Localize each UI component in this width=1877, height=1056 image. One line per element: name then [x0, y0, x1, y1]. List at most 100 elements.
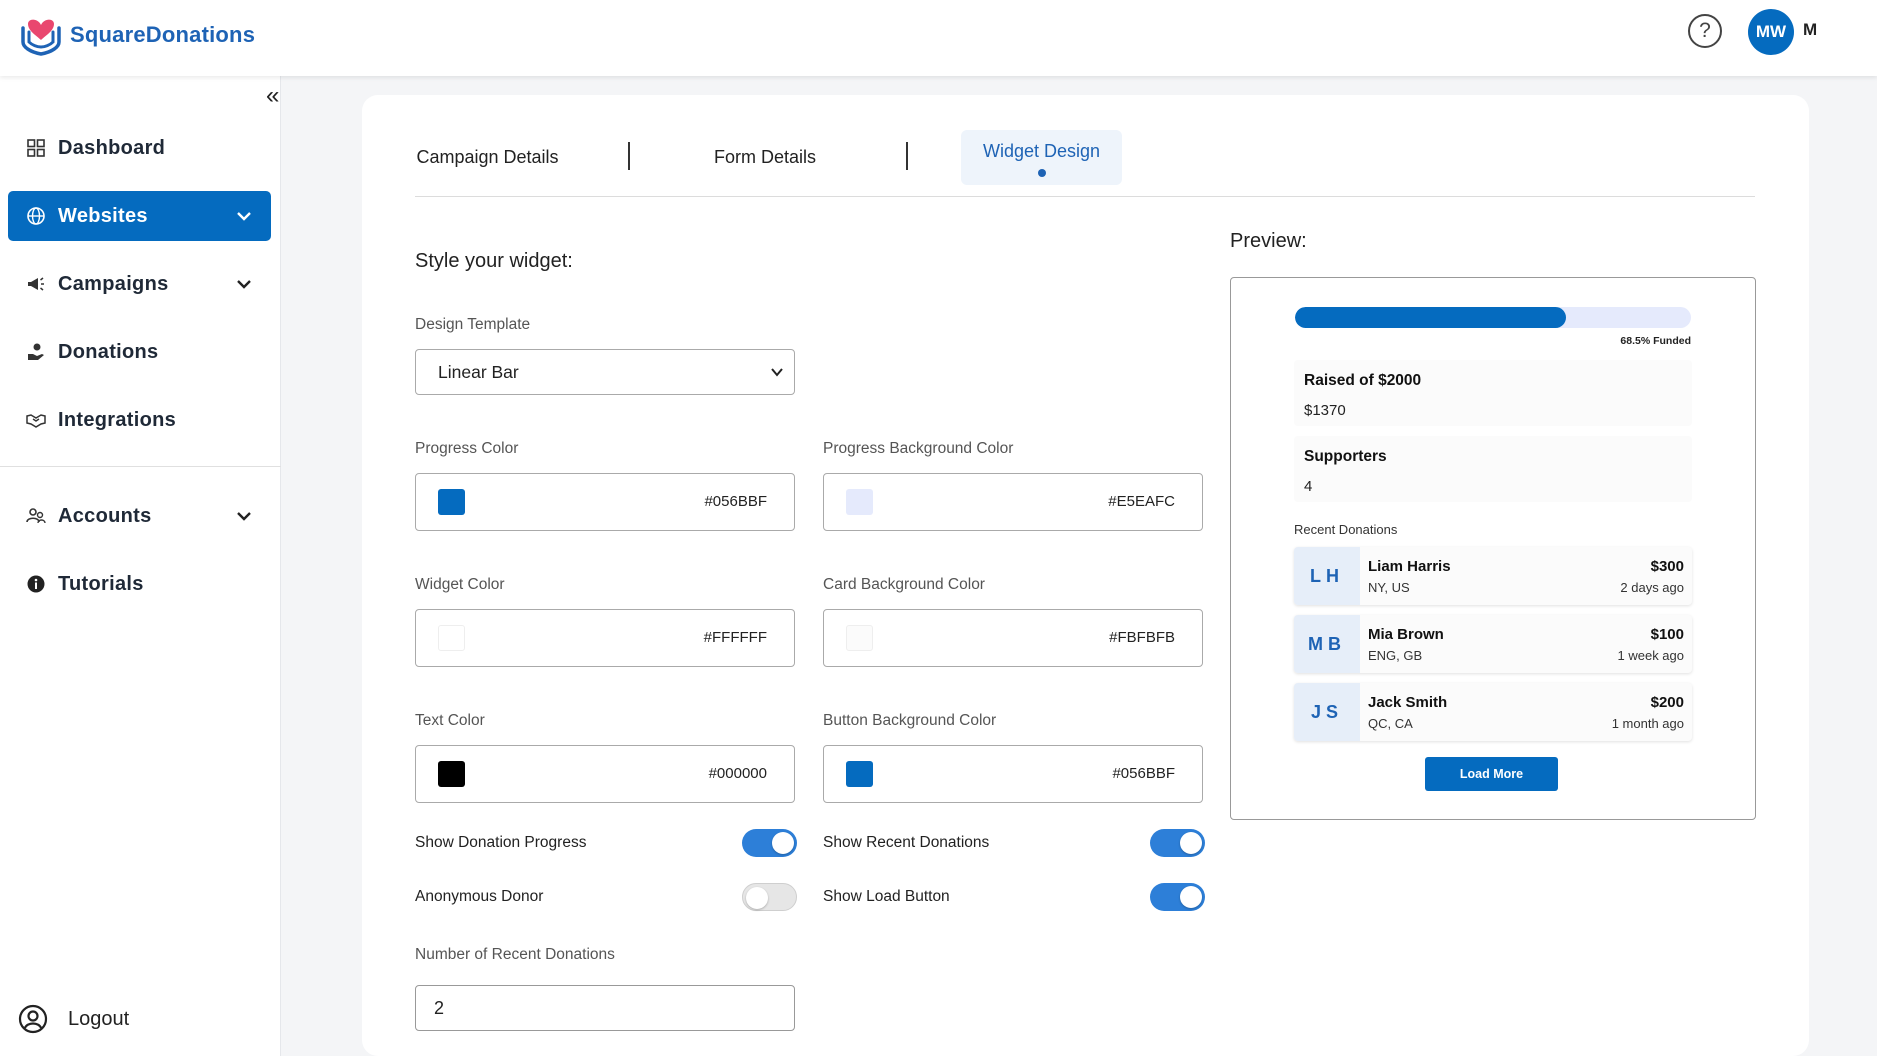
donor-location: QC, CA [1368, 716, 1413, 731]
show-recent-donations-label: Show Recent Donations [823, 834, 990, 851]
text-color-value: #000000 [708, 765, 767, 782]
progress-bg-color-value: #E5EAFC [1108, 493, 1175, 510]
progress-bg-color-field[interactable]: #E5EAFC [823, 473, 1203, 531]
progress-bg-color-swatch[interactable] [846, 489, 873, 515]
progress-bar [1295, 307, 1691, 328]
num-recent-donations-input[interactable]: 2 [415, 985, 795, 1031]
active-tab-indicator [1037, 169, 1046, 177]
sidebar-item-label: Websites [58, 204, 148, 227]
sidebar-item-accounts[interactable]: Accounts [8, 491, 271, 541]
toggle-knob [746, 887, 768, 909]
tab-widget-design[interactable]: Widget Design [961, 130, 1122, 185]
show-load-button-toggle[interactable] [1150, 883, 1205, 911]
grid-icon [27, 139, 45, 157]
donor-name: Jack Smith [1368, 694, 1448, 711]
progress-color-swatch[interactable] [438, 489, 465, 515]
design-template-value: Linear Bar [438, 361, 519, 382]
donor-name: Liam Harris [1368, 558, 1451, 575]
supporters-value: 4 [1304, 478, 1313, 495]
tab-separator [628, 142, 630, 170]
sidebar-item-label: Dashboard [58, 136, 166, 159]
hand-donate-icon [28, 343, 44, 360]
tab-campaign-details[interactable]: Campaign Details [415, 130, 560, 185]
tab-form-details[interactable]: Form Details [705, 130, 825, 185]
anonymous-donor-toggle[interactable] [742, 883, 797, 911]
sidebar-item-label: Integrations [58, 408, 177, 431]
load-more-button[interactable]: Load More [1425, 757, 1558, 791]
section-title: Style your widget: [415, 250, 573, 272]
card-bg-color-field[interactable]: #FBFBFB [823, 609, 1203, 667]
donation-item: LH Liam Harris NY, US $300 2 days ago [1294, 547, 1692, 605]
sidebar-item-label: Accounts [58, 504, 152, 527]
sidebar-item-label: Donations [58, 340, 159, 363]
sidebar-item-donations[interactable]: Donations [8, 327, 271, 377]
button-bg-color-swatch[interactable] [846, 761, 873, 787]
toggle-knob [1180, 886, 1202, 908]
show-donation-progress-toggle[interactable] [742, 829, 797, 857]
sidebar-item-integrations[interactable]: Integrations [8, 395, 271, 445]
progress-color-label: Progress Color [415, 440, 519, 457]
tab-label: Form Details [713, 147, 816, 167]
heart-hands-icon [21, 19, 61, 56]
sidebar-item-tutorials[interactable]: Tutorials [8, 559, 271, 609]
raised-value: $1370 [1304, 402, 1346, 419]
user-name[interactable]: M [1803, 20, 1817, 40]
text-color-field[interactable]: #000000 [415, 745, 795, 803]
sidebar-item-dashboard[interactable]: Dashboard [8, 123, 271, 173]
globe-icon [27, 207, 45, 225]
widget-color-field[interactable]: #FFFFFF [415, 609, 795, 667]
text-color-label: Text Color [415, 712, 485, 729]
donor-initials: LH [1294, 547, 1360, 605]
megaphone-icon [28, 277, 44, 291]
double-chevron-left-icon[interactable]: « [266, 84, 279, 108]
raised-title: Raised of $2000 [1304, 372, 1422, 389]
donor-initials: JS [1294, 683, 1360, 741]
tab-label: Widget Design [982, 141, 1101, 161]
chevron-down-icon [237, 512, 251, 521]
info-circle-icon [27, 575, 45, 593]
donation-amount: $100 [1650, 626, 1684, 643]
progress-color-field[interactable]: #056BBF [415, 473, 795, 531]
donor-location: ENG, GB [1368, 648, 1423, 663]
donor-location: NY, US [1368, 580, 1410, 595]
sidebar-item-label: Campaigns [58, 272, 169, 295]
sidebar-item-label: Tutorials [58, 572, 144, 595]
show-recent-donations-toggle[interactable] [1150, 829, 1205, 857]
sidebar-item-campaigns[interactable]: Campaigns [8, 259, 271, 309]
logout-button[interactable]: Logout [18, 1004, 129, 1034]
chevron-down-icon [237, 212, 251, 221]
toggle-knob [1180, 832, 1202, 854]
button-bg-color-field[interactable]: #056BBF [823, 745, 1203, 803]
donation-time: 1 month ago [1611, 716, 1684, 731]
sidebar-item-websites[interactable]: Websites [8, 191, 271, 241]
chevron-down-icon [237, 280, 251, 289]
sidebar: « Dashboard Websites Campaigns Donations… [0, 76, 281, 1056]
design-template-label: Design Template [415, 316, 531, 333]
toggle-knob [772, 832, 794, 854]
widget-color-swatch[interactable] [438, 625, 465, 651]
donation-item: JS Jack Smith QC, CA $200 1 month ago [1294, 683, 1692, 741]
question-circle-icon[interactable]: ? [1688, 14, 1722, 48]
brand-logo[interactable]: SquareDonations [20, 14, 255, 56]
button-bg-color-value: #056BBF [1112, 765, 1175, 782]
avatar[interactable]: MW [1748, 9, 1794, 55]
tab-label: Campaign Details [416, 147, 559, 167]
card-bg-color-swatch[interactable] [846, 625, 873, 651]
text-color-swatch[interactable] [438, 761, 465, 787]
preview-label: Preview: [1230, 230, 1307, 252]
widget-preview: 68.5% Funded Raised of $2000 $1370 Suppo… [1230, 277, 1756, 820]
donation-item: MB Mia Brown ENG, GB $100 1 week ago [1294, 615, 1692, 673]
brand-name: SquareDonations [70, 22, 256, 47]
donation-time: 2 days ago [1620, 580, 1684, 595]
widget-color-value: #FFFFFF [703, 629, 767, 646]
supporters-card: Supporters 4 [1294, 436, 1692, 502]
top-header: SquareDonations ? MW M [0, 0, 1877, 76]
tab-bar: Campaign Details Form Details Widget Des… [415, 130, 1755, 197]
donation-amount: $200 [1650, 694, 1684, 711]
raised-card: Raised of $2000 $1370 [1294, 360, 1692, 426]
donor-initials: MB [1294, 615, 1360, 673]
tab-separator [906, 142, 908, 170]
progress-color-value: #056BBF [704, 493, 767, 510]
show-donation-progress-label: Show Donation Progress [415, 834, 587, 851]
design-template-select[interactable]: Linear Bar [415, 349, 795, 395]
